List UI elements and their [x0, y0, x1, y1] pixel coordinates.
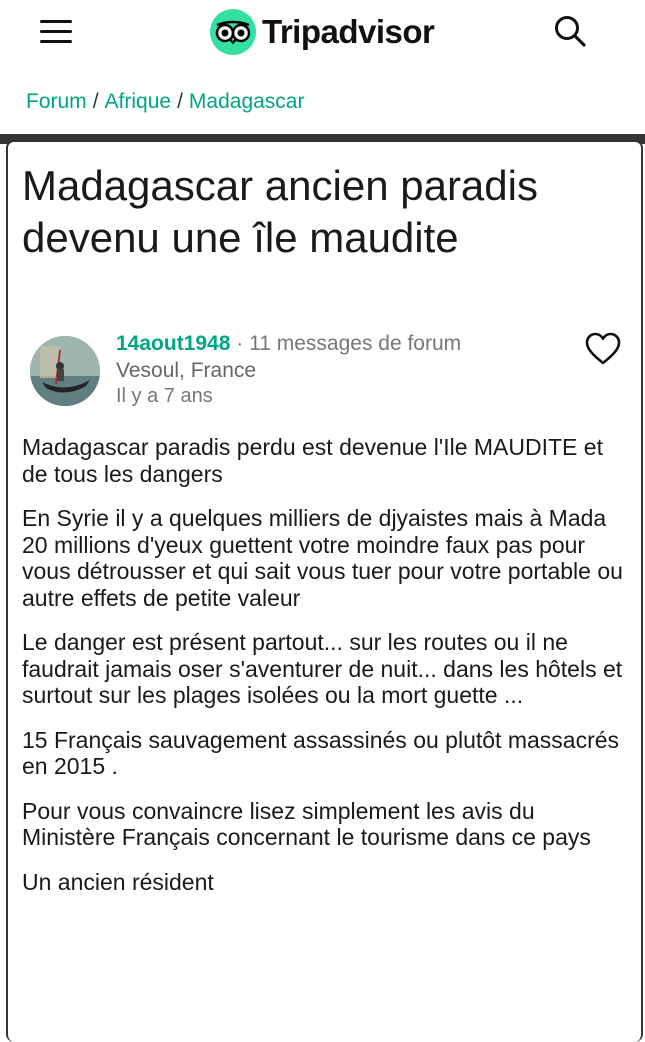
- author-message-count: 11 messages de forum: [249, 332, 462, 355]
- breadcrumb-afrique[interactable]: Afrique: [105, 90, 172, 113]
- post-title: Madagascar ancien paradis devenu une île…: [22, 162, 538, 261]
- post-paragraph: Pour vous convaincre lisez simplement le…: [22, 797, 591, 851]
- owl-logo-icon: [210, 9, 256, 55]
- breadcrumb-madagascar[interactable]: Madagascar: [189, 90, 305, 113]
- author-name[interactable]: 14aout1948: [116, 332, 230, 355]
- post-timestamp: Il y a 7 ans: [116, 385, 213, 407]
- breadcrumb-forum[interactable]: Forum: [26, 90, 87, 113]
- heart-icon[interactable]: [585, 332, 621, 366]
- search-icon[interactable]: [552, 13, 588, 49]
- post-body: Madagascar paradis perdu est devenue l'I…: [22, 434, 628, 913]
- post-signature: Un ancien résident: [22, 868, 214, 895]
- tripadvisor-logo[interactable]: Tripadvisor: [210, 8, 435, 56]
- separator-dot: ·: [236, 332, 244, 355]
- top-navigation-bar: Tripadvisor: [0, 0, 645, 70]
- author-location: Vesoul, France: [116, 359, 257, 382]
- post-paragraph: Le danger est présent partout... sur les…: [22, 629, 623, 708]
- hamburger-menu-icon[interactable]: [40, 18, 74, 46]
- brand-name: Tripadvisor: [262, 13, 435, 50]
- post-paragraph: Madagascar paradis perdu est devenue l'I…: [22, 434, 603, 487]
- breadcrumb: Forum / Afrique / Madagascar: [26, 90, 304, 114]
- post-paragraph: En Syrie il y a quelques milliers de djy…: [22, 505, 623, 611]
- author-info: 14aout1948 · 11 messages de forum: [116, 332, 461, 356]
- breadcrumb-separator: /: [92, 90, 99, 113]
- breadcrumb-separator: /: [177, 90, 183, 113]
- avatar[interactable]: [30, 336, 100, 406]
- post-paragraph: 15 Français sauvagement assassinés ou pl…: [22, 726, 620, 780]
